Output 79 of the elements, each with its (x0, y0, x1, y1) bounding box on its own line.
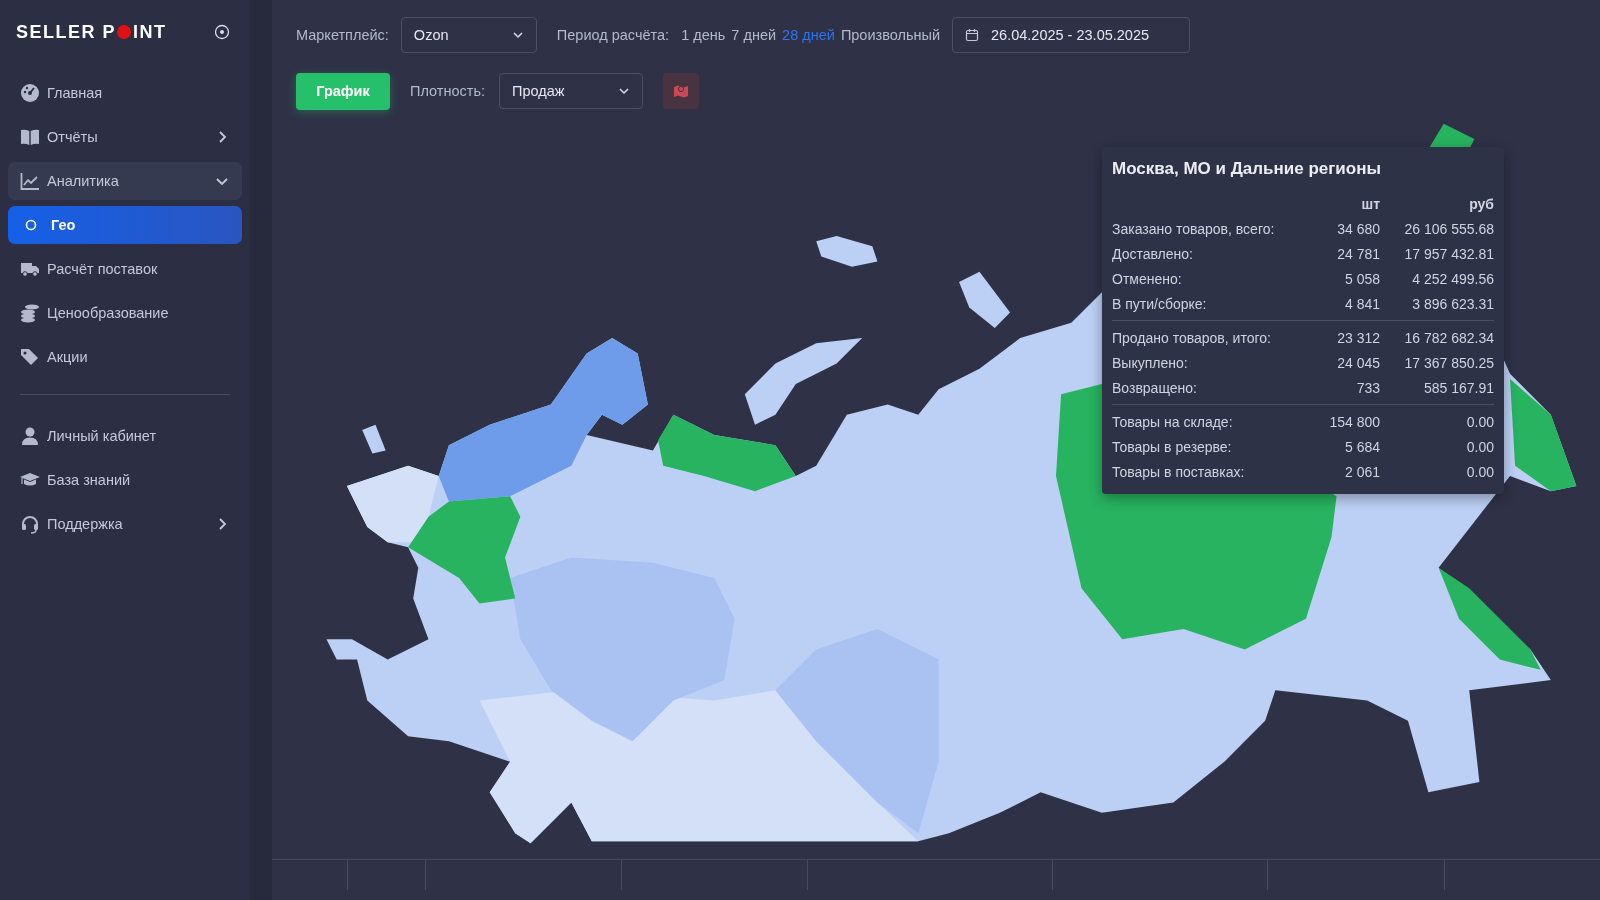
headset-icon (20, 514, 40, 534)
circle-icon (25, 219, 37, 231)
metric-label: Выкуплено: (1112, 354, 1189, 371)
amount-value: 0.00 (1465, 438, 1494, 455)
sidebar-item[interactable]: Поддержка (8, 505, 242, 543)
metric-label: В пути/сборке: (1112, 295, 1208, 312)
sidebar-subitem[interactable]: Гео (8, 206, 242, 244)
coins-icon (20, 303, 40, 323)
quantity-value: 34 680 (1336, 220, 1380, 237)
caret-icon (618, 85, 630, 97)
user-icon (20, 426, 40, 446)
sidebar-item[interactable]: База знаний (8, 461, 242, 499)
metric-label: Возвращено: (1112, 379, 1198, 396)
metric-label: Заказано товаров, всего: (1112, 220, 1276, 237)
density-dropdown[interactable]: Продаж (499, 73, 643, 109)
metric-label: Товары в поставках: (1112, 463, 1246, 480)
caret-icon (511, 29, 524, 41)
quantity-value: 5 058 (1343, 270, 1380, 287)
quantity-value: 24 781 (1336, 245, 1380, 262)
sidebar-item-label: Ценообразование (47, 305, 170, 321)
line-chart-icon (20, 171, 40, 191)
quantity-value: 24 045 (1336, 354, 1380, 371)
sidebar-item[interactable]: Расчёт поставок (8, 250, 242, 288)
logo-text: INT (133, 21, 167, 43)
period-option[interactable]: Произвольный (840, 27, 940, 43)
period-option[interactable]: 1 день (681, 27, 726, 43)
tooltip-title: Москва, МО и Дальние регионы (1112, 159, 1382, 179)
amount-value: 0.00 (1465, 463, 1494, 480)
sidebar-item-label: Аналитика (47, 173, 120, 189)
column-header: руб (1468, 195, 1494, 212)
quantity-value: 5 684 (1343, 438, 1380, 455)
map-view-button[interactable] (663, 73, 699, 109)
sidebar-item-label: Акции (47, 349, 89, 365)
date-range-field[interactable]: 26.04.2025 - 23.05.2025 (952, 17, 1190, 53)
amount-value: 26 106 555.68 (1403, 220, 1494, 237)
sidebar-item-label: Личный кабинет (47, 428, 158, 444)
sidebar-item-label: Главная (47, 85, 104, 101)
quantity-value: 2 061 (1343, 463, 1380, 480)
gauge-icon (20, 83, 40, 103)
amount-value: 17 957 432.81 (1403, 245, 1494, 262)
sidebar-item[interactable]: Ценообразование (8, 294, 242, 332)
marketplace-dropdown[interactable]: Ozon (400, 17, 537, 53)
sidebar-item-label: Гео (51, 217, 77, 233)
book-icon (20, 127, 40, 147)
density-label: Плотность: (410, 83, 485, 99)
sidebar-item-label: База знаний (47, 472, 132, 488)
logo-text: SELLER P (16, 21, 116, 43)
period-option[interactable]: 7 дней (731, 27, 777, 43)
metric-label: Товары в резерве: (1112, 438, 1233, 455)
sidebar-item[interactable]: Аналитика (8, 162, 242, 200)
amount-value: 16 782 682.34 (1403, 329, 1494, 346)
quantity-value: 733 (1355, 379, 1380, 396)
metric-label: Отменено: (1112, 270, 1183, 287)
quantity-value: 154 800 (1328, 413, 1380, 430)
metric-label: Товары на складе: (1112, 413, 1234, 430)
period-label: Период расчёта: (556, 27, 670, 43)
amount-value: 0.00 (1465, 413, 1494, 430)
metric-label: Доставлено: (1112, 245, 1194, 262)
calendar-icon (965, 28, 979, 42)
tags-icon (20, 347, 40, 367)
column-header: шт (1360, 195, 1380, 212)
collapse-sidebar-icon[interactable] (214, 24, 230, 40)
sidebar-item-label: Расчёт поставок (47, 261, 159, 277)
quantity-value: 4 841 (1343, 295, 1380, 312)
quantity-value: 23 312 (1336, 329, 1380, 346)
logo-dot-icon (117, 25, 131, 39)
marketplace-label: Маркетплейс: (296, 27, 389, 43)
sidebar-item[interactable]: Личный кабинет (8, 417, 242, 455)
sidebar-item[interactable]: Отчёты (8, 118, 242, 156)
amount-value: 17 367 850.25 (1403, 354, 1494, 371)
sidebar-item-label: Отчёты (47, 129, 99, 145)
amount-value: 3 896 623.31 (1411, 295, 1494, 312)
sidebar-item[interactable]: Главная (8, 74, 242, 112)
amount-value: 585 167.91 (1422, 379, 1494, 396)
sidebar-item-label: Поддержка (47, 516, 124, 532)
amount-value: 4 252 499.56 (1411, 270, 1494, 287)
sidebar-item[interactable]: Акции (8, 338, 242, 376)
map-pin-icon (673, 83, 689, 99)
metric-label: Продано товаров, итого: (1112, 329, 1272, 346)
